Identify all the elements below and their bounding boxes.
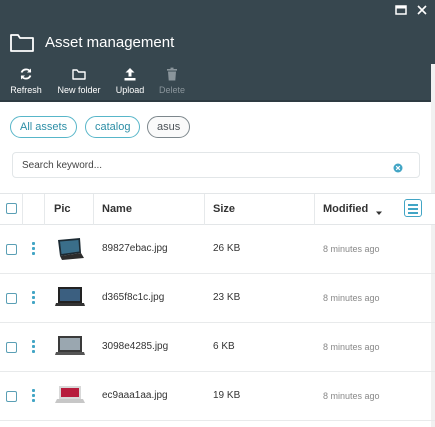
tag-all-assets[interactable]: All assets bbox=[10, 116, 78, 138]
row-checkbox[interactable] bbox=[6, 342, 17, 353]
column-divider bbox=[314, 194, 315, 225]
column-menu-button[interactable] bbox=[404, 199, 422, 217]
clear-search-icon[interactable] bbox=[393, 160, 403, 173]
sort-desc-icon[interactable] bbox=[375, 204, 383, 222]
row-checkbox[interactable] bbox=[6, 391, 17, 402]
new-folder-button[interactable]: New folder bbox=[57, 67, 101, 95]
column-divider bbox=[44, 194, 45, 225]
new-folder-icon bbox=[57, 67, 101, 84]
refresh-label: Refresh bbox=[10, 85, 42, 95]
trash-icon bbox=[156, 67, 188, 84]
upload-icon bbox=[114, 67, 146, 84]
file-modified: 8 minutes ago bbox=[323, 342, 380, 352]
tag-asus[interactable]: asus bbox=[147, 116, 191, 138]
title-bar: Asset management bbox=[0, 22, 435, 63]
refresh-icon bbox=[9, 67, 43, 84]
thumbnail-image[interactable] bbox=[54, 334, 86, 360]
column-divider bbox=[22, 194, 23, 225]
window-control-bar bbox=[0, 0, 435, 22]
file-name: d365f8c1c.jpg bbox=[102, 292, 165, 303]
table-row[interactable]: d365f8c1c.jpg 23 KB 8 minutes ago bbox=[0, 274, 435, 323]
toolbar: Refresh New folder Upload Delete bbox=[0, 63, 435, 102]
file-name: ec9aaa1aa.jpg bbox=[102, 390, 168, 401]
refresh-button[interactable]: Refresh bbox=[9, 67, 43, 95]
close-icon[interactable] bbox=[414, 3, 430, 19]
table-header: Pic Name Size Modified bbox=[0, 193, 435, 225]
file-modified: 8 minutes ago bbox=[323, 293, 380, 303]
column-header-pic: Pic bbox=[54, 203, 71, 215]
column-divider bbox=[93, 194, 94, 225]
row-actions-icon[interactable] bbox=[32, 340, 36, 355]
row-actions-icon[interactable] bbox=[32, 389, 36, 404]
file-name: 3098e4285.jpg bbox=[102, 341, 169, 352]
upload-button[interactable]: Upload bbox=[114, 67, 146, 95]
file-modified: 8 minutes ago bbox=[323, 244, 380, 254]
column-header-name[interactable]: Name bbox=[102, 203, 132, 215]
maximize-icon[interactable] bbox=[394, 3, 410, 19]
upload-label: Upload bbox=[115, 85, 145, 95]
folder-icon bbox=[9, 31, 35, 53]
tag-catalog[interactable]: catalog bbox=[85, 116, 141, 138]
file-size: 23 KB bbox=[213, 292, 241, 303]
file-size: 6 KB bbox=[213, 341, 235, 352]
table-row[interactable]: 89827ebac.jpg 26 KB 8 minutes ago bbox=[0, 225, 435, 274]
column-header-size[interactable]: Size bbox=[213, 203, 235, 215]
file-size: 26 KB bbox=[213, 243, 241, 254]
thumbnail-image[interactable] bbox=[54, 383, 86, 409]
window-title: Asset management bbox=[45, 34, 175, 51]
file-modified: 8 minutes ago bbox=[323, 391, 380, 401]
row-checkbox[interactable] bbox=[6, 293, 17, 304]
thumbnail-image[interactable] bbox=[54, 236, 86, 262]
delete-button[interactable]: Delete bbox=[156, 67, 188, 95]
search-input[interactable] bbox=[22, 157, 382, 173]
row-actions-icon[interactable] bbox=[32, 291, 36, 306]
new-folder-label: New folder bbox=[57, 85, 101, 95]
row-checkbox[interactable] bbox=[6, 244, 17, 255]
file-size: 19 KB bbox=[213, 390, 241, 401]
search-box bbox=[12, 152, 420, 178]
delete-label: Delete bbox=[158, 85, 185, 95]
row-actions-icon[interactable] bbox=[32, 242, 36, 257]
column-divider bbox=[204, 194, 205, 225]
table-row[interactable]: 3098e4285.jpg 6 KB 8 minutes ago bbox=[0, 323, 435, 372]
column-header-modified[interactable]: Modified bbox=[323, 203, 368, 215]
select-all-checkbox[interactable] bbox=[6, 203, 17, 214]
table-row[interactable]: ec9aaa1aa.jpg 19 KB 8 minutes ago bbox=[0, 372, 435, 421]
thumbnail-image[interactable] bbox=[54, 285, 86, 311]
file-name: 89827ebac.jpg bbox=[102, 243, 168, 254]
